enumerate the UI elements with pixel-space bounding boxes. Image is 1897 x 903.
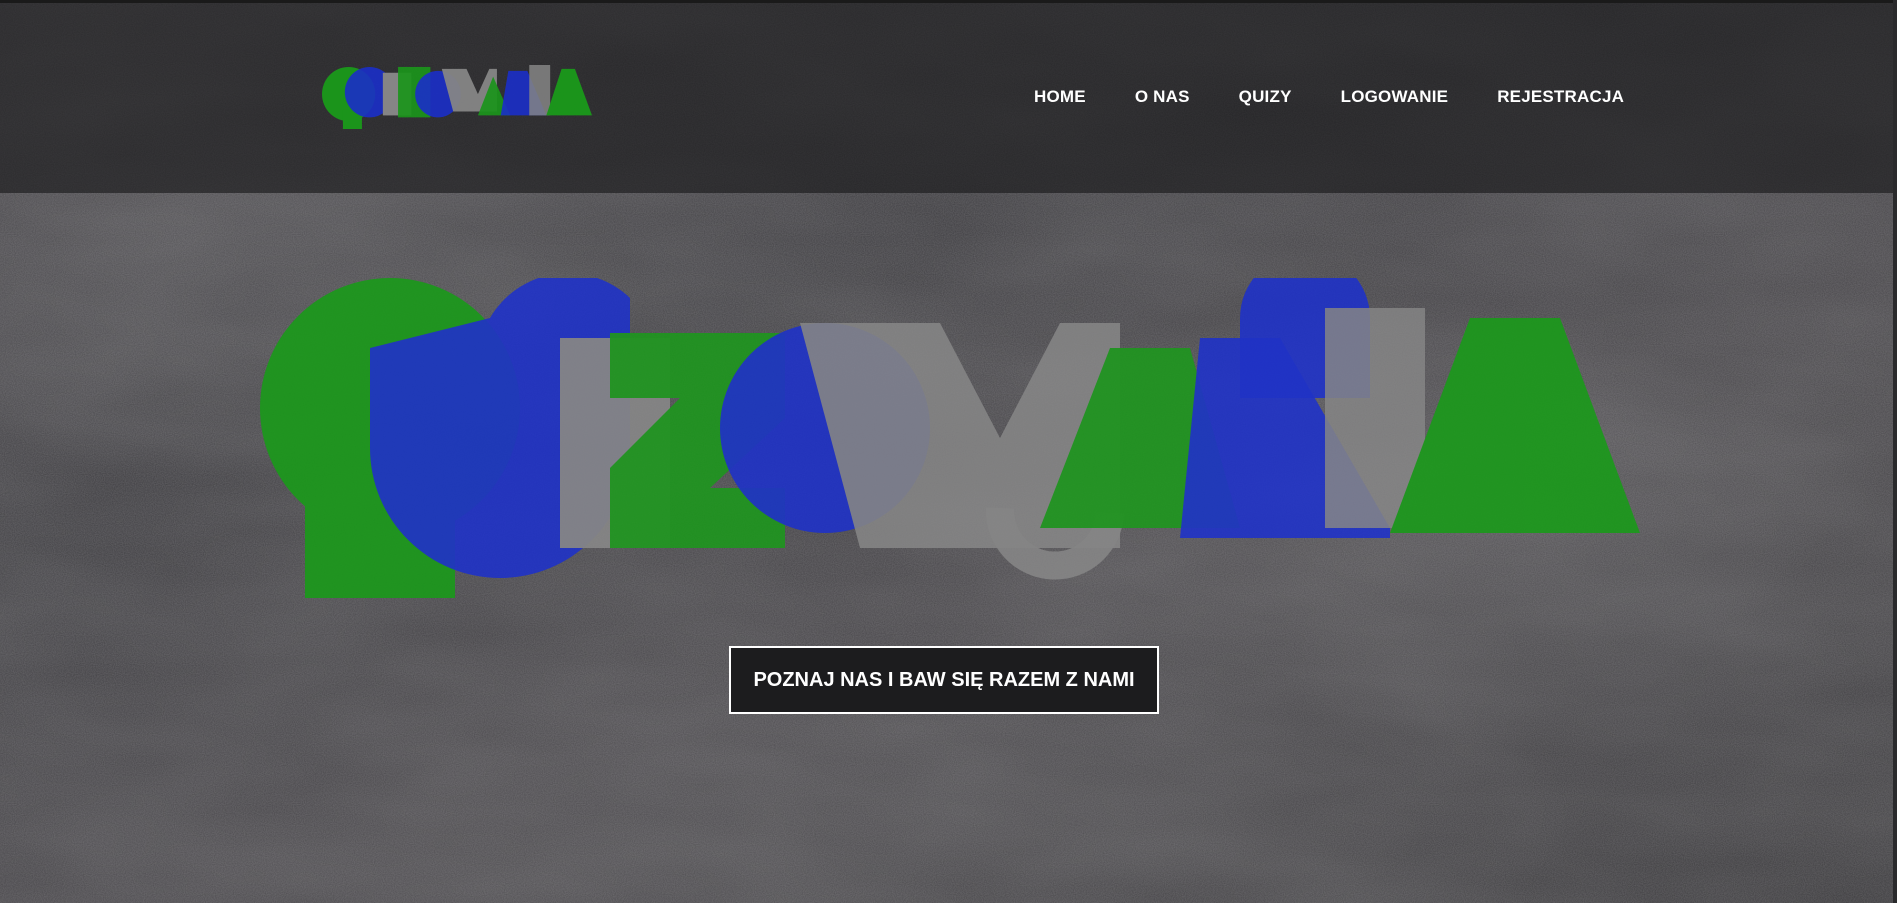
hero-logo — [260, 278, 1640, 598]
page: HOME O NAS QUIZY LOGOWANIE REJESTRACJA P… — [0, 0, 1897, 903]
nav-quizzes[interactable]: QUIZY — [1239, 87, 1292, 107]
scrollbar-edge — [1893, 0, 1897, 903]
nav-about[interactable]: O NAS — [1135, 87, 1190, 107]
cta-button[interactable]: POZNAJ NAS I BAW SIĘ RAZEM Z NAMI — [729, 646, 1159, 714]
nav-login[interactable]: LOGOWANIE — [1341, 87, 1449, 107]
header: HOME O NAS QUIZY LOGOWANIE REJESTRACJA — [0, 0, 1897, 193]
nav-home[interactable]: HOME — [1034, 87, 1086, 107]
nav-register[interactable]: REJESTRACJA — [1497, 87, 1624, 107]
site-logo[interactable] — [322, 65, 592, 129]
main-nav: HOME O NAS QUIZY LOGOWANIE REJESTRACJA — [1034, 87, 1624, 107]
